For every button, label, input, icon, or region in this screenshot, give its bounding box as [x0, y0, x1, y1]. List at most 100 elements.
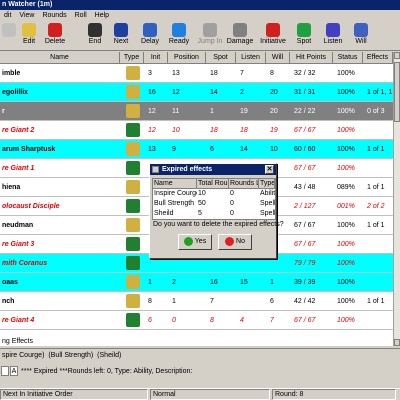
no-label: No: [236, 238, 245, 245]
cell-listen: 14: [240, 146, 248, 153]
dialog-col-total-rounds[interactable]: Total Rounds: [197, 179, 229, 189]
cell-status: 100%: [337, 108, 355, 115]
effect-tab-sheild[interactable]: (Sheild): [95, 352, 123, 359]
toolbar-button-delay[interactable]: Delay: [138, 23, 162, 49]
table-row[interactable]: oaas 1 2 16 15 1 39 / 39 100%: [0, 273, 393, 292]
effects-detail: A **** Expired ***Rounds left: 0, Type: …: [0, 362, 400, 380]
effects-tabs: spire Courge) (Bull Strength) (Sheild): [0, 348, 400, 361]
cell-name: oaas: [2, 279, 18, 286]
listen-icon: [326, 23, 340, 37]
dialog-row[interactable]: Inspire Courge 10 0 Ability: [153, 189, 275, 199]
toolbar-button-damage[interactable]: Damage: [226, 23, 254, 49]
ready-icon: [172, 23, 186, 37]
menu-rounds[interactable]: Rounds: [38, 12, 70, 19]
toolbar-label: Delay: [141, 38, 159, 45]
status-round: Round: 8: [272, 389, 396, 400]
check-icon: [183, 236, 193, 246]
dialog-col-type[interactable]: Type: [259, 179, 275, 189]
window-title: n Watcher (1m): [0, 0, 400, 10]
toolbar-button-jump-in[interactable]: Jump In: [196, 23, 224, 49]
toolbar-button-will[interactable]: Will: [350, 23, 372, 49]
cell-init: 6: [148, 317, 152, 324]
effects-button-1[interactable]: [1, 366, 9, 376]
column-header-position[interactable]: Position: [168, 52, 206, 64]
cell-hp: 67 / 67: [294, 127, 316, 134]
table-row[interactable]: egolillix 16 12 14 2 20 31 / 31 100% 1 of 1, 1 p…: [0, 83, 393, 102]
table-row[interactable]: arum Sharptusk 13 9 6 14 10 60 / 60 100% 1 of 1: [0, 140, 393, 159]
column-header-type[interactable]: Type: [120, 52, 144, 64]
dialog-row[interactable]: Sheild 5 0 Spell: [153, 209, 275, 219]
toolbar-button-edit[interactable]: Edit: [18, 23, 40, 49]
table-row[interactable]: nch 8 1 7 6 42 / 42 100% 1 of 1: [0, 292, 393, 311]
toolbar-button-listen[interactable]: Listen: [320, 23, 346, 49]
table-row[interactable]: re Giant 4 6 0 8 4 7 67 / 67 100%: [0, 311, 393, 330]
cell-name: hiena: [2, 184, 21, 191]
column-header-effects[interactable]: Effects: [363, 52, 393, 64]
table-row[interactable]: r 12 11 1 19 20 22 / 22 100% 0 of 3: [0, 102, 393, 121]
next-icon: [114, 23, 128, 37]
menu-edit[interactable]: dit: [0, 12, 15, 19]
toolbar-button-new[interactable]: [0, 23, 18, 49]
toolbar-button-end[interactable]: End: [84, 23, 106, 49]
vertical-scrollbar[interactable]: [393, 52, 400, 346]
column-header-will[interactable]: Will: [266, 52, 290, 64]
ongoing-effects-label: ng Effects: [2, 338, 34, 345]
toolbar-button-spot[interactable]: Spot: [292, 23, 316, 49]
cell-hp: 31 / 31: [294, 89, 316, 96]
column-header-hit-points[interactable]: Hit Points: [290, 52, 333, 64]
cell-position: 0: [172, 317, 176, 324]
scroll-up-button[interactable]: [394, 52, 400, 59]
player-icon: [126, 294, 140, 308]
dialog-question: Do you want to delete the expired effect…: [153, 221, 284, 228]
cell-status: 100%: [337, 70, 355, 77]
scroll-thumb[interactable]: [394, 62, 400, 122]
cell-spot: 16: [210, 279, 218, 286]
dialog-cell-type: Spell: [260, 200, 275, 207]
scroll-down-button[interactable]: [394, 339, 400, 346]
toolbar-button-ready[interactable]: Ready: [166, 23, 192, 49]
toolbar-label: Delete: [44, 38, 66, 45]
toolbar-label: Damage: [226, 38, 254, 45]
menu-view[interactable]: View: [15, 12, 38, 19]
cell-name: arum Sharptusk: [2, 146, 56, 153]
toolbar-button-next[interactable]: Next: [110, 23, 132, 49]
effect-tab-bull-strength[interactable]: (Bull Strength): [46, 352, 95, 359]
cell-status: 100%: [337, 89, 355, 96]
dialog-row[interactable]: Bull Strength 50 0 Spell: [153, 199, 275, 209]
statusbar: Next In Initiative Order Normal Round: 8: [0, 388, 400, 400]
dialog-close-icon[interactable]: ✕: [265, 165, 274, 174]
yes-button[interactable]: Yes: [178, 234, 212, 250]
cell-hp: 22 / 22: [294, 108, 316, 115]
cell-effects: 0 of 3: [367, 108, 385, 115]
cell-effects: 1 of 1: [367, 298, 385, 305]
cell-init: 12: [148, 127, 156, 134]
cell-name: re Giant 4: [2, 317, 35, 324]
no-button[interactable]: No: [218, 234, 252, 250]
table-row[interactable]: re Giant 2 12 10 18 18 19 67 / 67 100%: [0, 121, 393, 140]
player-icon: [126, 85, 140, 99]
cell-hp: 42 / 42: [294, 298, 316, 305]
dialog-col-rounds-left[interactable]: Rounds Left: [229, 179, 259, 189]
menu-help[interactable]: Help: [91, 12, 113, 19]
cell-hp: 67 / 67: [294, 165, 316, 172]
column-header-init[interactable]: Init: [144, 52, 168, 64]
column-header-spot[interactable]: Spot: [206, 52, 236, 64]
toolbar-button-initiative[interactable]: Initiative: [258, 23, 288, 49]
menu-roll[interactable]: Roll: [71, 12, 91, 19]
toolbar-label: Initiative: [260, 38, 286, 45]
column-header-status[interactable]: Status: [333, 52, 363, 64]
cell-effects: [365, 311, 393, 330]
toolbar-label: Edit: [22, 38, 36, 45]
cell-spot: 6: [210, 146, 214, 153]
column-header-listen[interactable]: Listen: [236, 52, 266, 64]
cell-name: neudman: [2, 222, 34, 229]
table-row[interactable]: imble 3 13 18 7 8 32 / 32 100%: [0, 64, 393, 83]
column-header-name[interactable]: Name: [0, 52, 120, 64]
cell-name: imble: [2, 70, 21, 77]
dialog-col-name[interactable]: Name: [153, 179, 197, 189]
cell-hp: 2 / 127: [294, 203, 316, 210]
cell-listen: 18: [240, 127, 248, 134]
effect-tab-inspire-courge[interactable]: spire Courge): [0, 352, 46, 359]
toolbar-button-delete[interactable]: Delete: [42, 23, 68, 49]
effects-button-2[interactable]: A: [10, 366, 18, 376]
